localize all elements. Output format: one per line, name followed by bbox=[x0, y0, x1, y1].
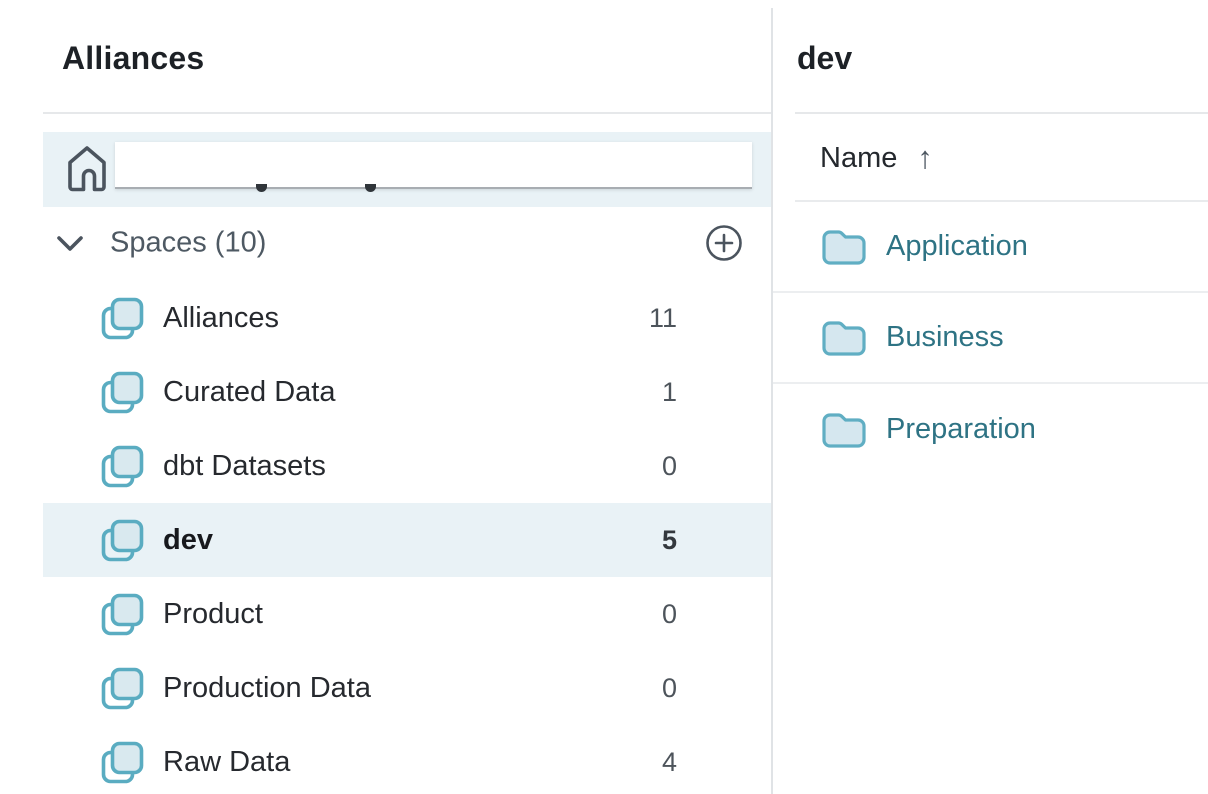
space-label: Raw Data bbox=[163, 746, 290, 779]
folder-row[interactable]: Business bbox=[773, 293, 1208, 384]
spaces-sidebar: Alliances Spaces (10) bbox=[0, 0, 771, 794]
space-label: Curated Data bbox=[163, 376, 336, 409]
space-icon bbox=[100, 444, 145, 489]
space-icon bbox=[100, 592, 145, 637]
folder-link[interactable]: Business bbox=[886, 321, 1004, 354]
folder-link[interactable]: Application bbox=[886, 230, 1028, 263]
folder-row[interactable]: Preparation bbox=[773, 384, 1208, 475]
plus-circle-icon bbox=[705, 224, 743, 262]
dataset-count: 0 bbox=[662, 599, 677, 630]
redacted-text-descender bbox=[256, 184, 267, 192]
folder-row[interactable]: Application bbox=[773, 202, 1208, 293]
folder-list: Application Business Preparation bbox=[773, 202, 1208, 475]
dataset-count: 5 bbox=[662, 525, 677, 556]
divider bbox=[43, 112, 771, 114]
name-column-header[interactable]: Name ↑ bbox=[820, 140, 933, 176]
redacted-text-descender bbox=[365, 184, 376, 192]
spaces-section-header: Spaces (10) bbox=[43, 218, 771, 268]
space-label: Alliances bbox=[163, 302, 279, 335]
divider bbox=[795, 112, 1208, 114]
space-list: Alliances 11 Curated Data 1 dbt Datasets… bbox=[43, 281, 771, 794]
space-label: Production Data bbox=[163, 672, 371, 705]
folder-icon bbox=[822, 229, 866, 265]
dataset-count: 11 bbox=[649, 303, 677, 334]
folder-icon bbox=[822, 320, 866, 356]
space-item[interactable]: Product 0 bbox=[43, 577, 771, 651]
add-space-button[interactable] bbox=[705, 224, 743, 262]
space-item[interactable]: dbt Datasets 0 bbox=[43, 429, 771, 503]
dataset-count: 1 bbox=[662, 377, 677, 408]
chevron-down-icon[interactable] bbox=[56, 234, 84, 254]
space-icon bbox=[100, 518, 145, 563]
app-window: Alliances Spaces (10) bbox=[0, 0, 1208, 794]
space-item[interactable]: dev 5 bbox=[43, 503, 771, 577]
page-title: dev bbox=[797, 40, 852, 77]
folder-icon bbox=[822, 412, 866, 448]
dataset-count: 0 bbox=[662, 451, 677, 482]
space-contents-panel: dev Name ↑ Application Business Preparat… bbox=[773, 0, 1208, 794]
space-icon bbox=[100, 296, 145, 341]
space-item[interactable]: Raw Data 4 bbox=[43, 725, 771, 794]
dataset-count: 4 bbox=[662, 747, 677, 778]
dataset-count: 0 bbox=[662, 673, 677, 704]
space-icon bbox=[100, 666, 145, 711]
space-label: dev bbox=[163, 524, 213, 557]
space-item[interactable]: Curated Data 1 bbox=[43, 355, 771, 429]
space-label: dbt Datasets bbox=[163, 450, 326, 483]
folder-link[interactable]: Preparation bbox=[886, 413, 1036, 446]
sidebar-title: Alliances bbox=[62, 40, 204, 77]
space-label: Product bbox=[163, 598, 263, 631]
space-item[interactable]: Alliances 11 bbox=[43, 281, 771, 355]
space-icon bbox=[100, 740, 145, 785]
name-column-label: Name bbox=[820, 142, 897, 175]
home-link[interactable] bbox=[43, 132, 771, 207]
home-icon bbox=[67, 145, 107, 193]
redacted-text bbox=[115, 142, 752, 189]
space-icon bbox=[100, 370, 145, 415]
spaces-section-label: Spaces (10) bbox=[110, 227, 266, 260]
space-item[interactable]: Production Data 0 bbox=[43, 651, 771, 725]
sort-ascending-icon: ↑ bbox=[917, 140, 933, 176]
